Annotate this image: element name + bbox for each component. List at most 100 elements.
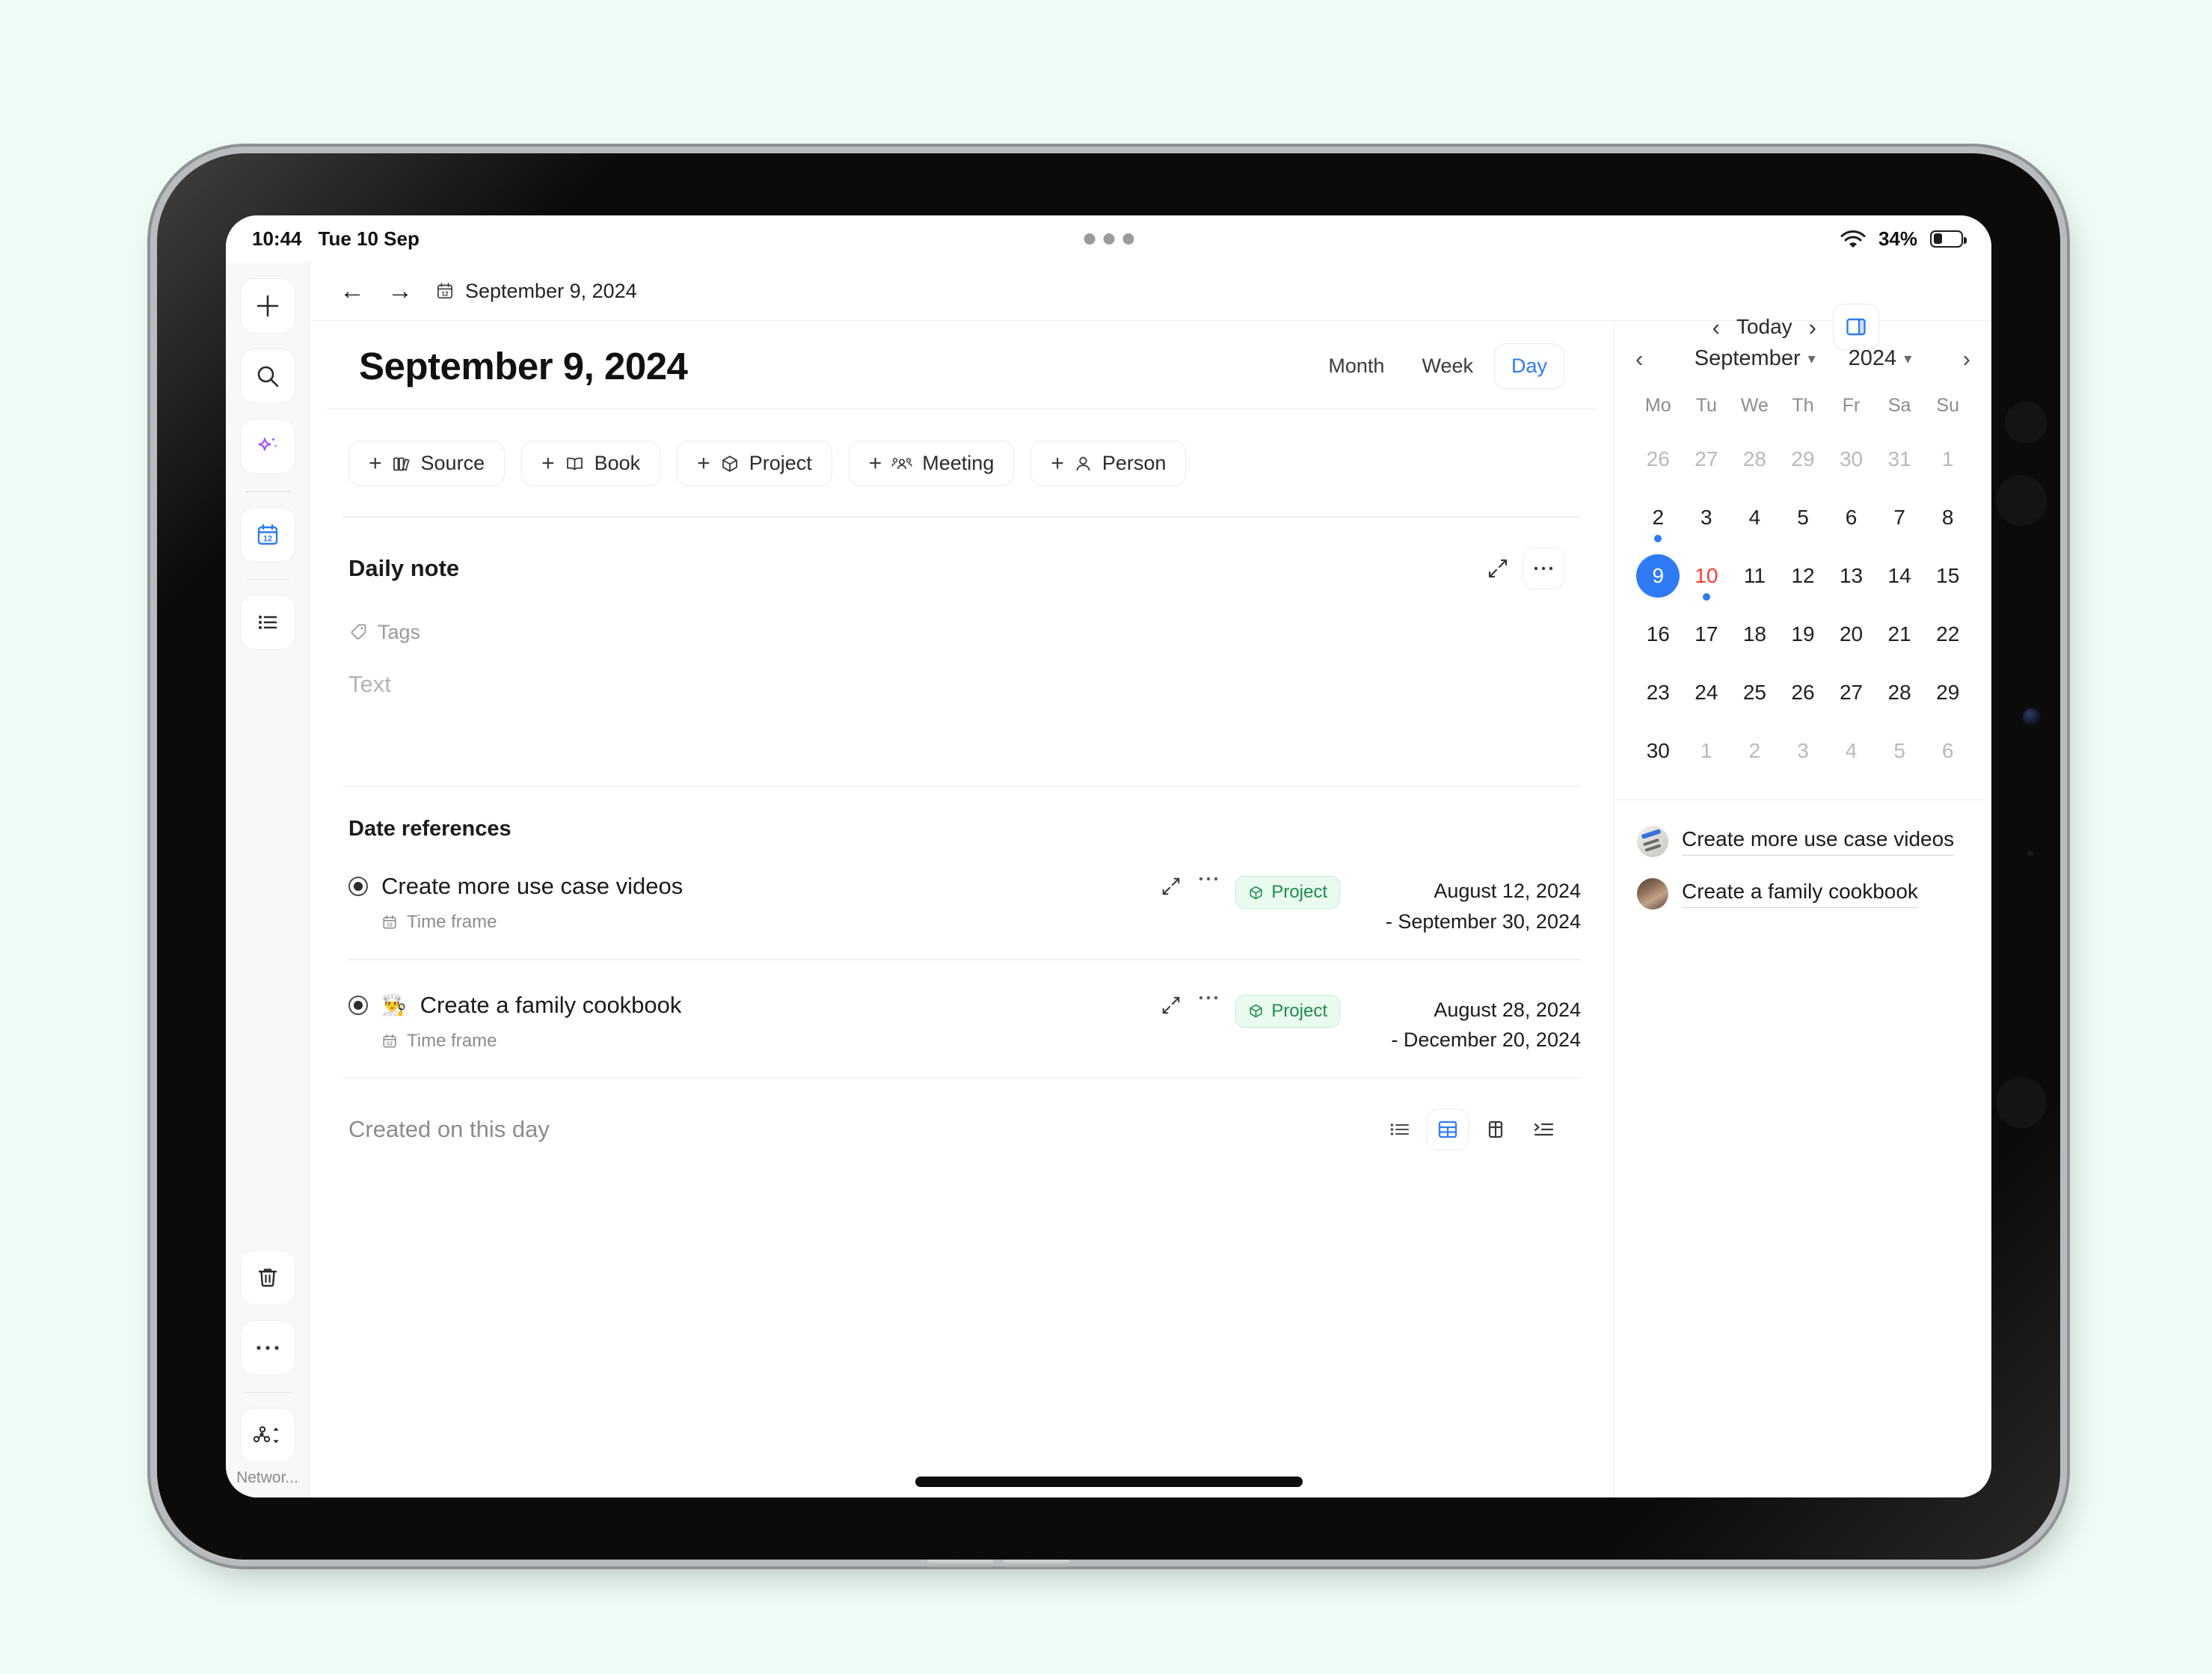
status-time: 10:44 bbox=[252, 227, 302, 250]
calendar-day-cell[interactable]: 4 bbox=[1730, 488, 1779, 547]
calendar-day-cell[interactable]: 31 bbox=[1875, 430, 1924, 488]
row-more-button[interactable] bbox=[1198, 876, 1219, 882]
calendar-day-cell[interactable]: 8 bbox=[1923, 488, 1972, 547]
calendar-day-cell[interactable]: 29 bbox=[1779, 430, 1828, 488]
calendar-day-cell[interactable]: 12 bbox=[1779, 547, 1828, 605]
add-meeting-chip[interactable]: + Meeting bbox=[848, 441, 1015, 486]
tab-day[interactable]: Day bbox=[1493, 343, 1564, 389]
calendar-day-cell[interactable]: 9 bbox=[1634, 547, 1683, 605]
add-source-chip[interactable]: + Source bbox=[348, 441, 506, 486]
calendar-day-cell[interactable]: 30 bbox=[1634, 722, 1683, 780]
chevron-right-icon[interactable]: › bbox=[1809, 316, 1816, 339]
calendar-day-cell[interactable]: 3 bbox=[1779, 722, 1828, 780]
multitask-handle-icon[interactable] bbox=[1084, 233, 1134, 245]
add-book-chip[interactable]: + Book bbox=[521, 441, 661, 486]
grid-view-button[interactable] bbox=[1427, 1109, 1469, 1150]
status-badge[interactable]: Project bbox=[1235, 876, 1340, 909]
calendar-day-cell[interactable]: 21 bbox=[1875, 605, 1924, 663]
calendar-day-cell[interactable]: 20 bbox=[1827, 605, 1875, 663]
battery-percent: 34% bbox=[1878, 227, 1917, 250]
add-project-chip[interactable]: + Project bbox=[677, 441, 832, 486]
calendar-day-cell[interactable]: 22 bbox=[1923, 605, 1972, 663]
breadcrumb-item[interactable]: 12 September 9, 2024 bbox=[435, 280, 637, 303]
calendar-day-cell[interactable]: 26 bbox=[1779, 663, 1828, 722]
calendar-day-cell[interactable]: 17 bbox=[1683, 605, 1731, 663]
row-select-radio[interactable] bbox=[348, 877, 368, 896]
tags-field[interactable]: Tags bbox=[348, 621, 1581, 644]
calendar-day-cell[interactable]: 7 bbox=[1875, 488, 1924, 547]
calendar-day-cell[interactable]: 3 bbox=[1683, 488, 1731, 547]
microphone bbox=[2027, 850, 2033, 856]
more-button[interactable] bbox=[239, 1319, 295, 1376]
calendar-day-cell[interactable]: 5 bbox=[1779, 488, 1828, 547]
network-switcher-button[interactable] bbox=[239, 1408, 295, 1463]
calendar-day-cell[interactable]: 2 bbox=[1730, 722, 1779, 780]
calendar-day-cell[interactable]: 28 bbox=[1875, 663, 1924, 722]
calendar-day-cell[interactable]: 4 bbox=[1827, 722, 1875, 780]
today-button[interactable]: Today bbox=[1736, 315, 1792, 339]
gallery-view-button[interactable] bbox=[1475, 1109, 1517, 1150]
status-date: Tue 10 Sep bbox=[318, 227, 420, 250]
calendar-12-icon: 12 bbox=[381, 914, 398, 930]
calendar-day-cell[interactable]: 1 bbox=[1923, 430, 1972, 488]
chevron-right-icon[interactable]: › bbox=[1963, 347, 1970, 370]
chevron-left-icon[interactable]: ‹ bbox=[1635, 347, 1643, 370]
tab-month[interactable]: Month bbox=[1312, 344, 1401, 388]
list-view-button[interactable] bbox=[1379, 1109, 1421, 1150]
created-on-this-day-section: Created on this day bbox=[342, 1079, 1581, 1150]
expand-arrows-icon[interactable] bbox=[1487, 557, 1509, 580]
calendar-day-number: 19 bbox=[1791, 622, 1815, 646]
row-more-button[interactable] bbox=[1198, 995, 1219, 1001]
calendar-day-cell[interactable]: 14 bbox=[1875, 547, 1924, 605]
search-button[interactable] bbox=[239, 349, 295, 404]
expand-arrows-icon[interactable] bbox=[1161, 876, 1182, 897]
calendar-button[interactable]: 12 bbox=[239, 506, 295, 562]
calendar-day-cell[interactable]: 25 bbox=[1730, 663, 1779, 722]
calendar-day-cell[interactable]: 10 bbox=[1683, 547, 1731, 605]
list-button[interactable] bbox=[239, 595, 295, 650]
arrow-left-icon[interactable]: ← bbox=[340, 278, 365, 304]
calendar-day-cell[interactable]: 27 bbox=[1827, 663, 1875, 722]
calendar-day-cell[interactable]: 15 bbox=[1923, 547, 1972, 605]
date-start: August 12, 2024 bbox=[1434, 880, 1581, 902]
calendar-day-cell[interactable]: 23 bbox=[1634, 663, 1683, 722]
calendar-day-cell[interactable]: 1 bbox=[1683, 722, 1731, 780]
calendar-day-cell[interactable]: 16 bbox=[1634, 605, 1683, 663]
list-item[interactable]: Create more use case videos bbox=[1637, 826, 1969, 857]
expand-arrows-icon[interactable] bbox=[1161, 995, 1182, 1016]
speaker-dot bbox=[1996, 475, 2047, 526]
calendar-day-cell[interactable]: 30 bbox=[1827, 430, 1875, 488]
tab-week[interactable]: Week bbox=[1405, 344, 1490, 388]
new-button[interactable] bbox=[239, 278, 295, 334]
add-person-chip[interactable]: + Person bbox=[1030, 441, 1187, 486]
calendar-day-cell[interactable]: 28 bbox=[1730, 430, 1779, 488]
calendar-day-cell[interactable]: 6 bbox=[1827, 488, 1875, 547]
calendar-day-cell[interactable]: 19 bbox=[1779, 605, 1828, 663]
calendar-day-cell[interactable]: 24 bbox=[1683, 663, 1731, 722]
daily-note-more-button[interactable] bbox=[1523, 547, 1564, 589]
reference-title[interactable]: Create more use case videos bbox=[381, 873, 683, 900]
ai-assistant-button[interactable] bbox=[239, 419, 295, 474]
status-badge[interactable]: Project bbox=[1235, 994, 1340, 1028]
table-row[interactable]: 👨‍🍳 Create a family cookbook 12 Time fra… bbox=[348, 960, 1581, 1078]
calendar-day-cell[interactable]: 11 bbox=[1730, 547, 1779, 605]
calendar-day-cell[interactable]: 6 bbox=[1923, 722, 1972, 780]
calendar-day-cell[interactable]: 13 bbox=[1827, 547, 1875, 605]
row-select-radio[interactable] bbox=[348, 995, 368, 1015]
list-item[interactable]: Create a family cookbook bbox=[1637, 878, 1969, 910]
table-row[interactable]: Create more use case videos 12 Time fram… bbox=[348, 841, 1581, 959]
calendar-day-cell[interactable]: 26 bbox=[1634, 430, 1683, 488]
calendar-day-cell[interactable]: 5 bbox=[1875, 722, 1924, 780]
daily-note-text-placeholder[interactable]: Text bbox=[348, 671, 1581, 698]
calendar-day-cell[interactable]: 27 bbox=[1683, 430, 1731, 488]
reference-title[interactable]: Create a family cookbook bbox=[420, 992, 682, 1019]
trash-button[interactable] bbox=[239, 1249, 295, 1305]
right-panel-toggle-button[interactable] bbox=[1833, 304, 1879, 350]
outline-view-button[interactable] bbox=[1523, 1109, 1564, 1150]
calendar-day-cell[interactable]: 29 bbox=[1923, 663, 1972, 722]
link-label: Create more use case videos bbox=[1682, 827, 1955, 856]
calendar-day-cell[interactable]: 18 bbox=[1730, 605, 1779, 663]
chevron-left-icon[interactable]: ‹ bbox=[1712, 316, 1720, 339]
calendar-day-cell[interactable]: 2 bbox=[1634, 488, 1683, 547]
arrow-right-icon[interactable]: → bbox=[387, 278, 413, 304]
